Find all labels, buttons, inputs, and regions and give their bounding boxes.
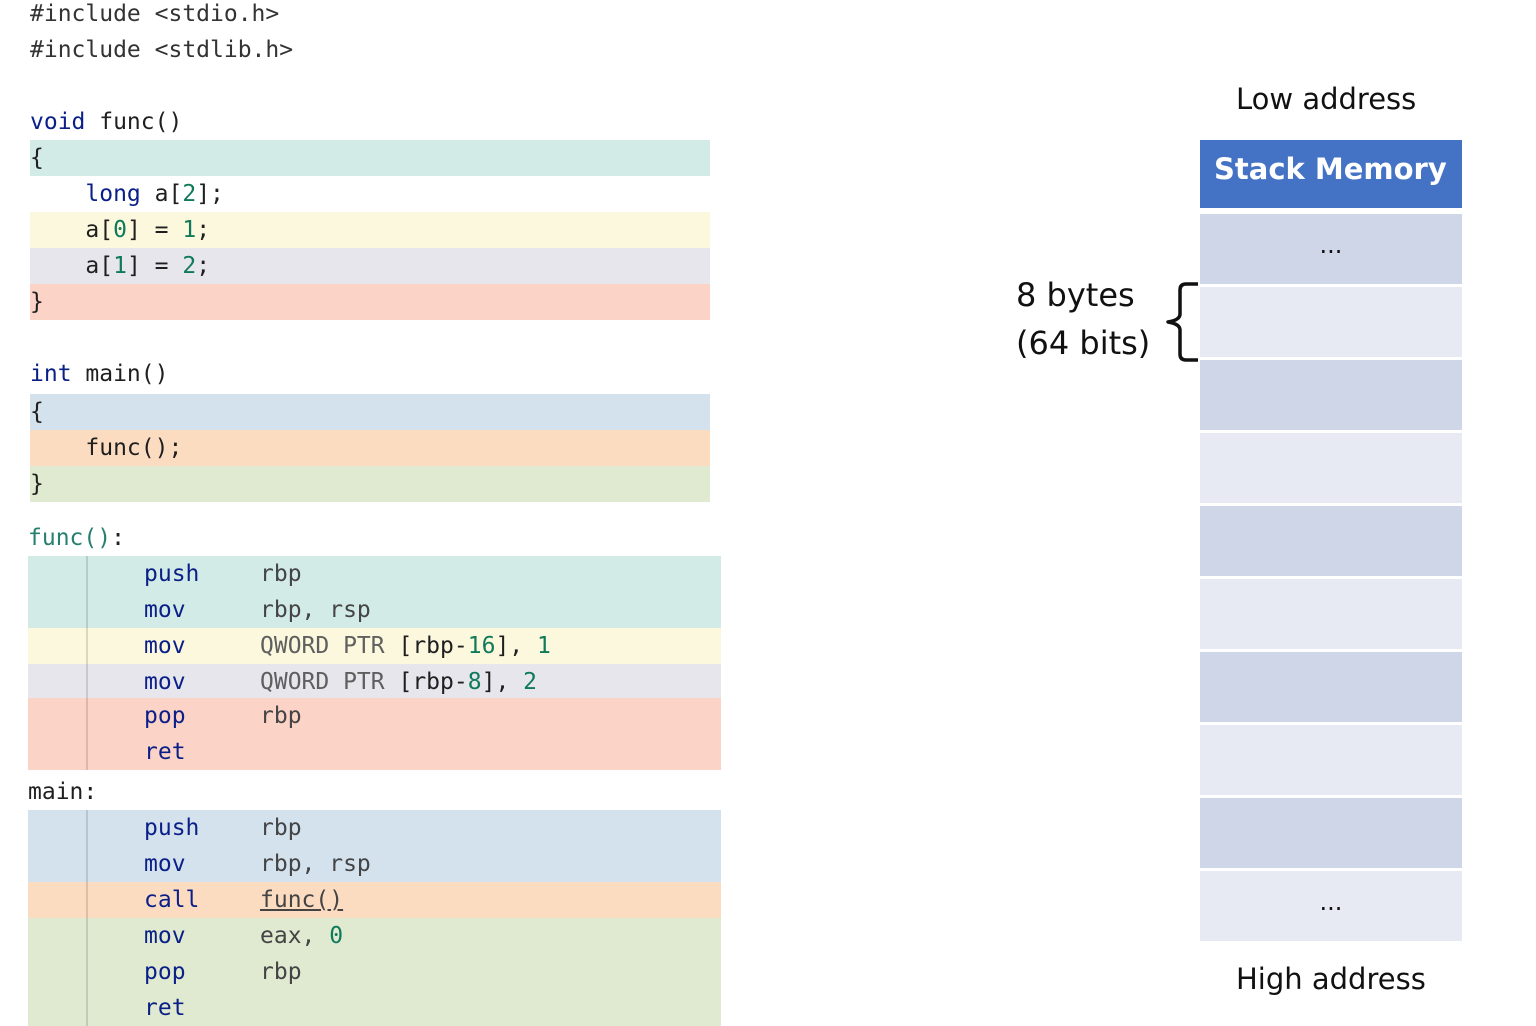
func-link[interactable]: func() [260,882,343,918]
func-open-brace: { [30,140,710,176]
size-label-bits: (64 bits) [1016,324,1151,362]
stack-cell-4 [1200,506,1462,576]
func-call: func(); [30,430,710,466]
asm-main-push: push rbp [28,810,721,846]
asm-func-mov-a0: mov QWORD PTR [rbp-16], 1 [28,628,721,664]
stack-memory-header: Stack Memory [1200,140,1462,208]
assign-a1: a[1] = 2; [30,248,710,284]
curly-brace-icon [1166,282,1198,362]
high-address-label: High address [1236,962,1426,996]
asm-main-mov-eax: mov eax, 0 [28,918,721,954]
stack-cell-0: ... [1200,214,1462,284]
stack-cell-6 [1200,652,1462,722]
stack-cell-2 [1200,360,1462,430]
asm-main-pop: pop rbp [28,954,721,990]
asm-main-call: call func() [28,882,721,918]
main-signature: int main() [30,361,169,387]
stack-cell-7 [1200,725,1462,795]
low-address-label: Low address [1236,82,1417,116]
asm-main-ret: ret [28,990,721,1026]
asm-func-mov-a1: mov QWORD PTR [rbp-8], 2 [28,664,721,700]
asm-func-mov-rbp: mov rbp, rsp [28,592,721,628]
size-label-bytes: 8 bytes [1016,276,1135,314]
asm-func-ret: ret [28,734,721,770]
asm-func-push: push rbp [28,556,721,592]
stack-cell-1 [1200,287,1462,357]
assign-a0: a[0] = 1; [30,212,710,248]
include-stdio: #include <stdio.h> [30,1,280,27]
asm-main-mov-rbp: mov rbp, rsp [28,846,721,882]
func-signature: void func() [30,109,183,135]
stack-cell-8 [1200,798,1462,868]
stack-cell-3 [1200,433,1462,503]
func-close-brace: } [30,284,710,320]
array-declaration: long a[2]; [85,181,224,207]
asm-main-label: main: [28,779,98,805]
stack-cell-9: ... [1200,871,1462,941]
stack-cell-5 [1200,579,1462,649]
main-open-brace: { [30,394,710,430]
asm-func-pop: pop rbp [28,698,721,734]
main-close-brace: } [30,466,710,502]
include-stdlib: #include <stdlib.h> [30,37,294,63]
asm-func-label: func(): [28,525,125,551]
